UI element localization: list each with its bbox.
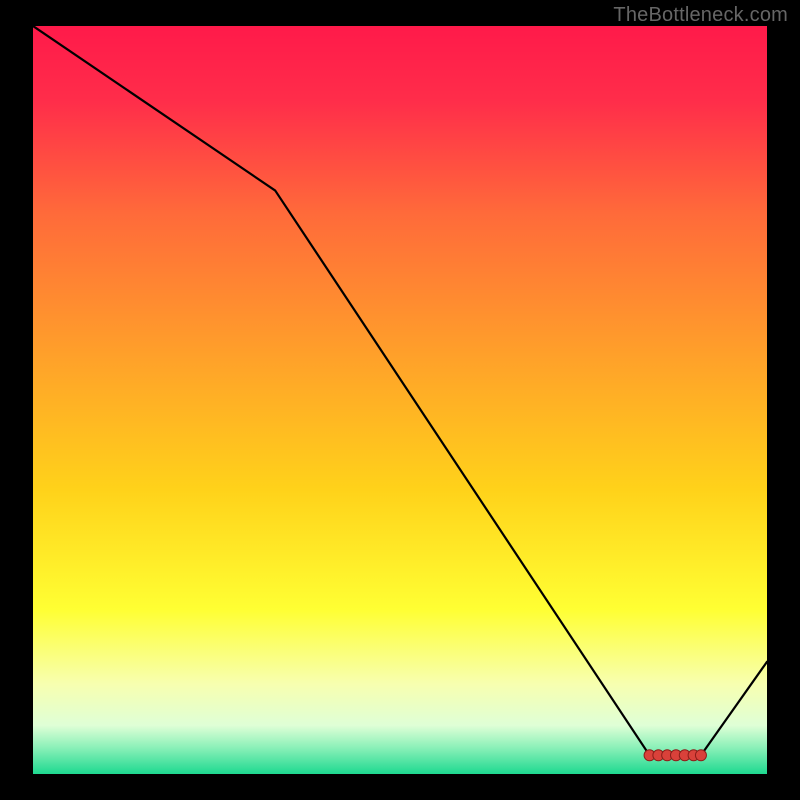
chart-frame: TheBottleneck.com <box>0 0 800 800</box>
gradient-background <box>33 26 767 774</box>
chart-svg <box>33 26 767 774</box>
marker-group <box>644 750 706 761</box>
data-marker <box>695 750 706 761</box>
plot-area <box>33 26 767 774</box>
watermark-text: TheBottleneck.com <box>613 4 788 27</box>
